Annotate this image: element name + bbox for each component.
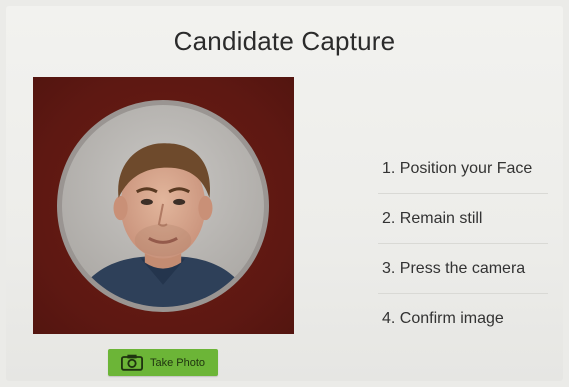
- take-photo-button[interactable]: Take Photo: [108, 349, 218, 376]
- instruction-step: 3. Press the camera: [378, 244, 548, 294]
- camera-icon: [120, 354, 143, 371]
- face-photo: [62, 105, 264, 307]
- instruction-step: 4. Confirm image: [378, 294, 548, 344]
- instruction-step: 2. Remain still: [378, 194, 548, 244]
- face-preview-circle: [57, 100, 269, 312]
- instruction-step-label: 2. Remain still: [382, 209, 483, 227]
- instruction-step-label: 3. Press the camera: [382, 259, 526, 277]
- take-photo-label: Take Photo: [149, 356, 206, 369]
- instruction-step-label: 1. Position your Face: [382, 159, 533, 177]
- instruction-step: 1. Position your Face: [378, 144, 548, 194]
- instruction-step-label: 4. Confirm image: [382, 310, 504, 327]
- capture-screen: Candidate Capture Take Photo 1. Position…: [6, 6, 563, 381]
- instructions-list: 1. Position your Face 2. Remain still 3.…: [378, 144, 548, 344]
- camera-preview: [33, 77, 294, 334]
- page-title: Candidate Capture: [173, 26, 396, 56]
